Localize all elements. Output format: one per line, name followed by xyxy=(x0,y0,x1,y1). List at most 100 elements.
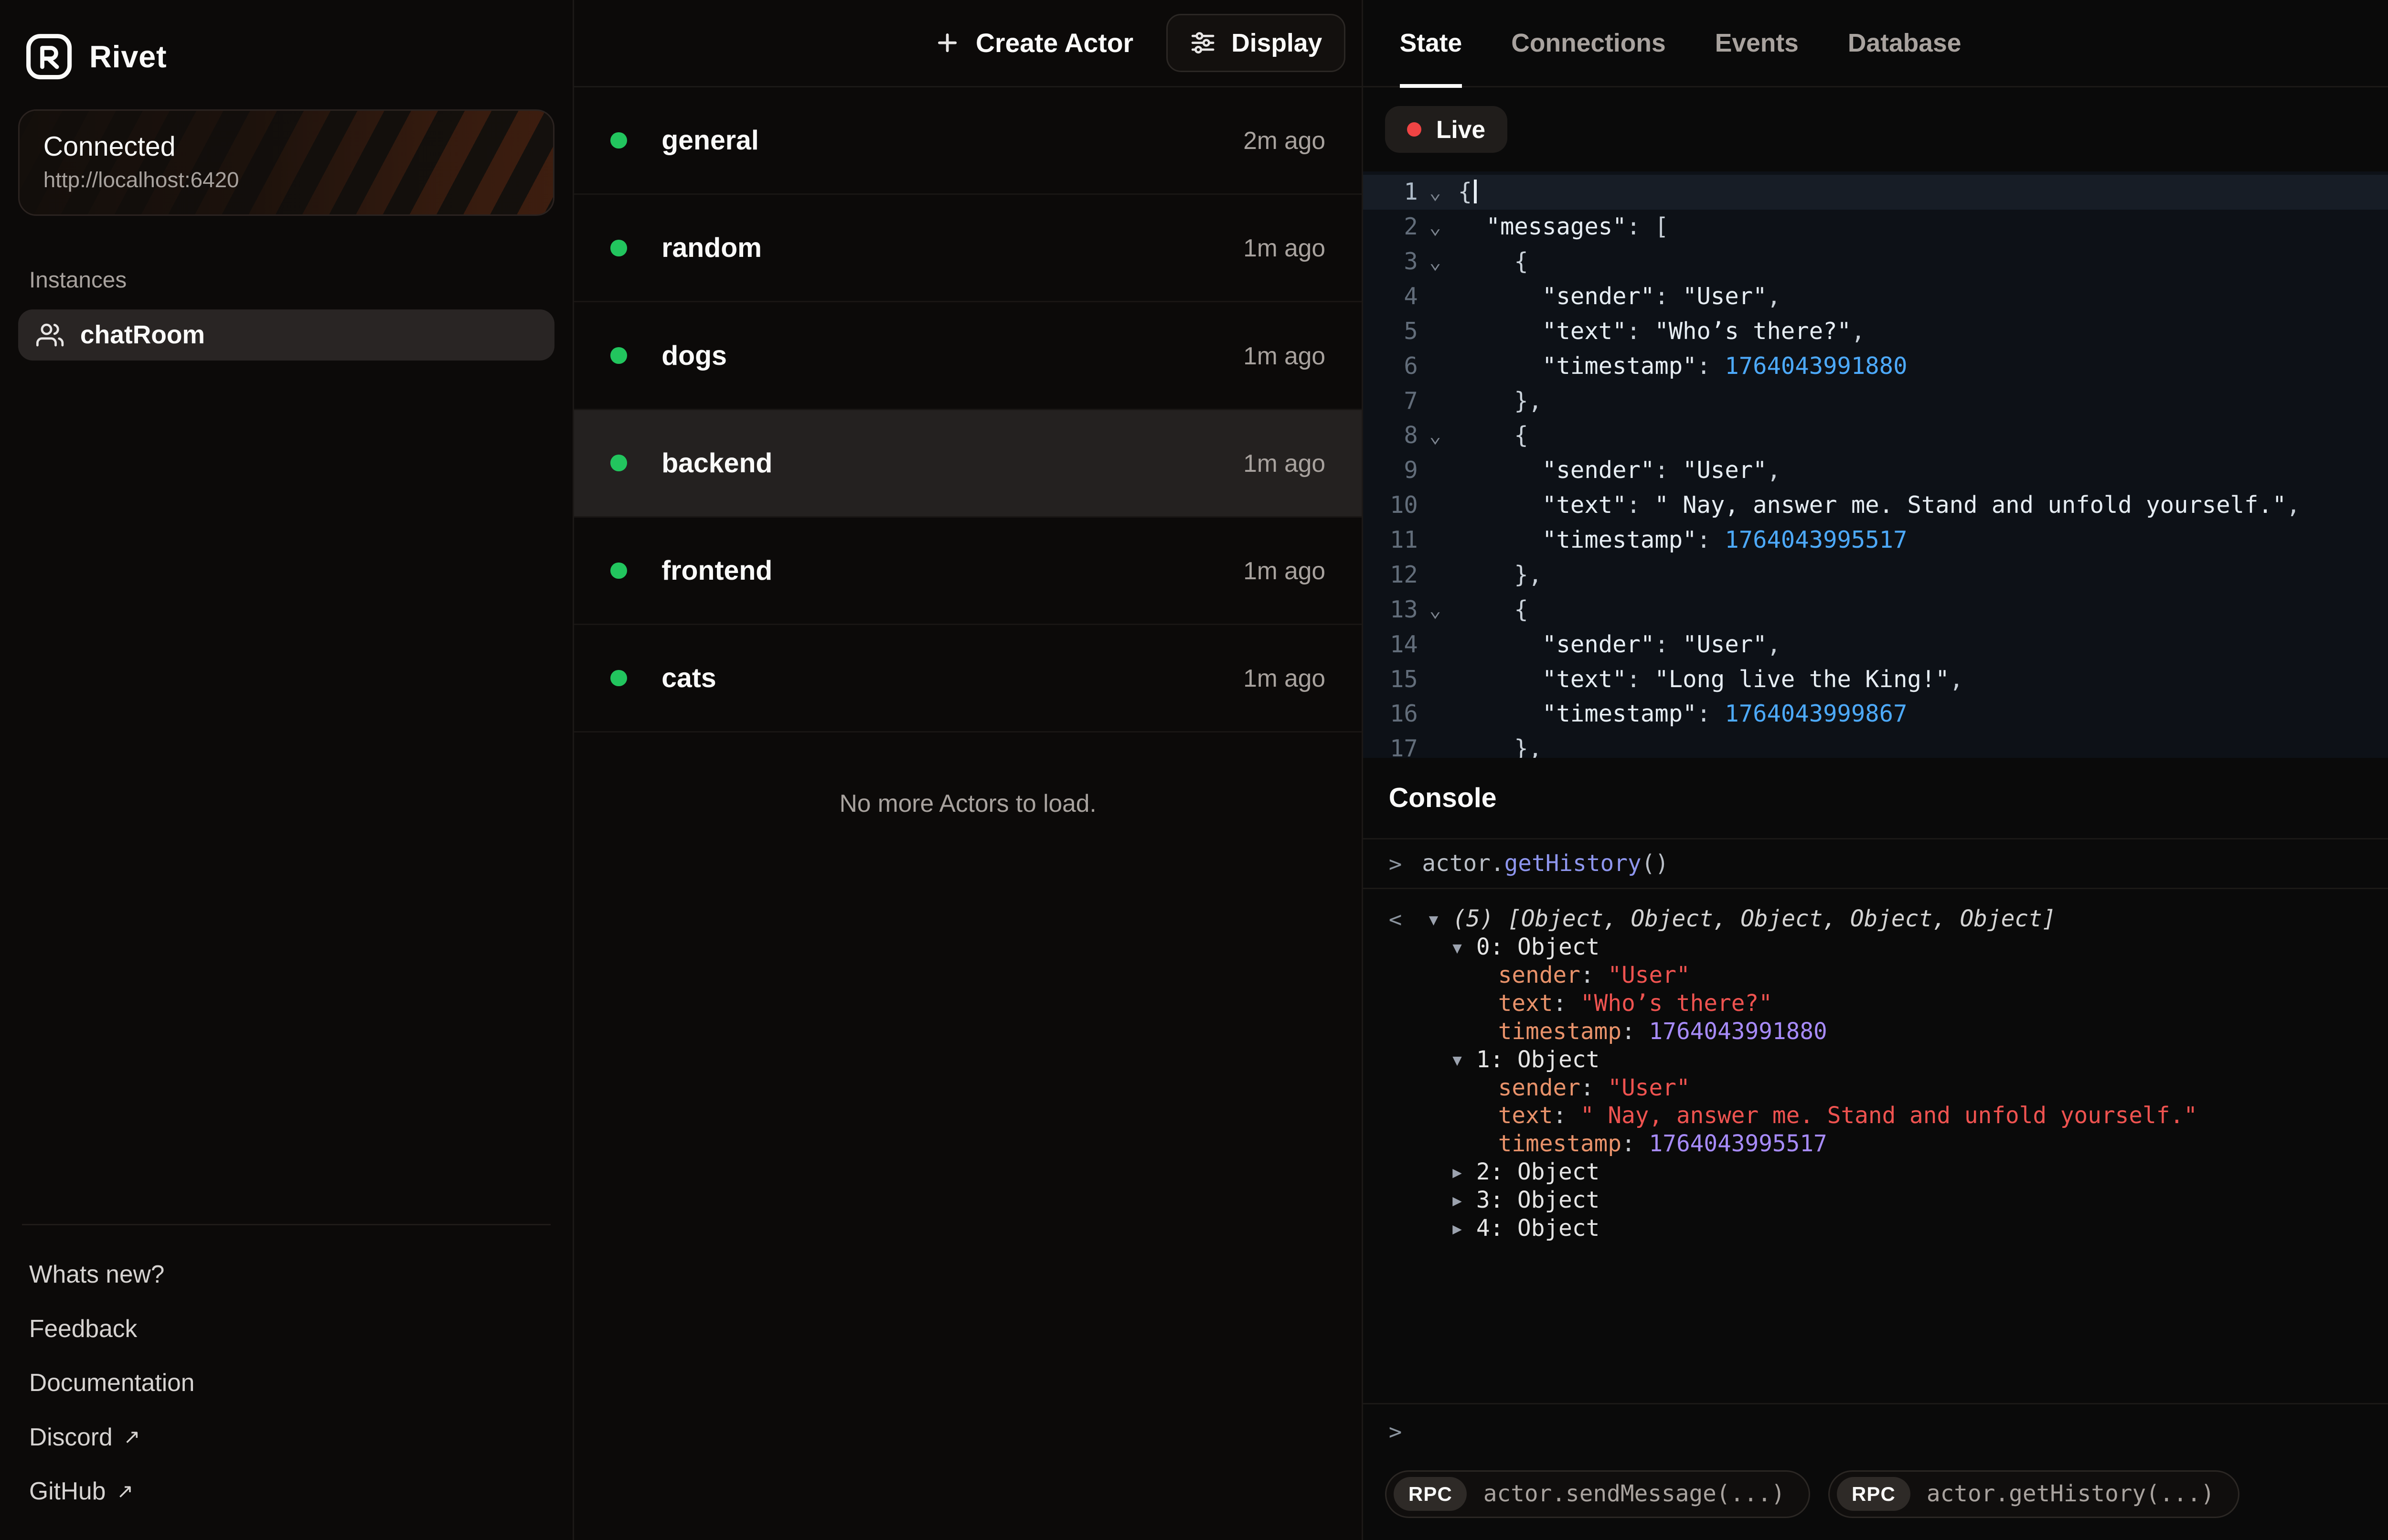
sidebar-link-discord[interactable]: Discord↗ xyxy=(18,1410,554,1464)
console-prop-text: text: " Nay, answer me. Stand and unfold… xyxy=(1429,1102,2197,1130)
plus-icon xyxy=(934,29,961,56)
actor-list: general2m agorandom1m agodogs1m agobacke… xyxy=(574,87,1362,733)
sliders-icon xyxy=(1189,29,1216,56)
code-line-13: 13⌄ { xyxy=(1363,593,2388,627)
code-line-7: 7 }, xyxy=(1363,384,2388,419)
console-output: < ▼(5) [Object, Object, Object, Object, … xyxy=(1363,889,2388,1403)
code-line-15: 15 "text": "Long live the King!", xyxy=(1363,662,2388,697)
actors-empty-message: No more Actors to load. xyxy=(574,733,1362,874)
display-button[interactable]: Display xyxy=(1166,14,1345,72)
sidebar-link-whats-new[interactable]: Whats new? xyxy=(18,1247,554,1301)
code-text: "text": "Who’s there?", xyxy=(1452,314,1865,349)
sidebar-link-github[interactable]: GitHub↗ xyxy=(18,1464,554,1518)
prop-colon: : xyxy=(1580,1075,1608,1101)
fold-spacer xyxy=(1418,627,1453,662)
fold-spacer xyxy=(1418,384,1453,419)
sidebar-item-chatroom[interactable]: chatRoom xyxy=(18,309,554,361)
actor-timestamp: 1m ago xyxy=(1243,341,1325,370)
status-dot xyxy=(610,455,627,471)
fold-spacer xyxy=(1418,488,1453,523)
display-label: Display xyxy=(1231,29,1322,58)
line-number: 2 xyxy=(1363,210,1418,244)
actor-timestamp: 1m ago xyxy=(1243,234,1325,262)
line-number: 3 xyxy=(1363,244,1418,279)
actor-row-frontend[interactable]: frontend1m ago xyxy=(574,518,1362,625)
prop-key: timestamp xyxy=(1498,1019,1621,1045)
tab-events[interactable]: Events xyxy=(1715,0,1799,86)
actor-row-cats[interactable]: cats1m ago xyxy=(574,625,1362,733)
prop-key: timestamp xyxy=(1498,1131,1621,1157)
rpc-chip-send-message[interactable]: RPCactor.sendMessage(...) xyxy=(1385,1470,1810,1518)
caret-right-icon: ▶ xyxy=(1452,1158,1476,1187)
code-line-1: 1⌄{ xyxy=(1363,175,2388,210)
console-title: Console xyxy=(1389,782,1497,814)
line-number: 13 xyxy=(1363,593,1418,627)
live-toggle[interactable]: Live xyxy=(1385,106,1507,153)
fold-toggle-icon[interactable]: ⌄ xyxy=(1418,418,1453,453)
prop-key: text xyxy=(1498,990,1553,1017)
actor-name: dogs xyxy=(661,340,1243,372)
code-line-12: 12 }, xyxy=(1363,558,2388,593)
fold-toggle-icon[interactable]: ⌄ xyxy=(1418,244,1453,279)
fold-toggle-icon[interactable]: ⌄ xyxy=(1418,593,1453,627)
users-icon xyxy=(36,321,64,349)
actor-row-backend[interactable]: backend1m ago xyxy=(574,410,1362,518)
console-input[interactable]: > xyxy=(1363,1403,2388,1459)
sidebar-link-documentation[interactable]: Documentation xyxy=(18,1356,554,1410)
status-dot xyxy=(610,347,627,363)
actor-timestamp: 1m ago xyxy=(1243,556,1325,585)
console-entry-2[interactable]: ▶2: Object xyxy=(1429,1158,2197,1187)
console-entry-0[interactable]: ▼0: Object xyxy=(1429,934,2197,962)
code-text: "sender": "User", xyxy=(1452,279,1781,314)
actor-row-dogs[interactable]: dogs1m ago xyxy=(574,302,1362,410)
line-number: 14 xyxy=(1363,627,1418,662)
console-entry-1[interactable]: ▼1: Object xyxy=(1429,1046,2197,1074)
prop-colon: : xyxy=(1553,990,1580,1017)
create-actor-button[interactable]: Create Actor xyxy=(916,17,1151,69)
actor-row-general[interactable]: general2m ago xyxy=(574,87,1362,195)
code-line-3: 3⌄ { xyxy=(1363,244,2388,279)
code-text: "sender": "User", xyxy=(1452,627,1781,662)
actor-row-random[interactable]: random1m ago xyxy=(574,195,1362,302)
prop-value: "User" xyxy=(1608,1075,1690,1101)
code-line-9: 9 "sender": "User", xyxy=(1363,453,2388,488)
tab-connections[interactable]: Connections xyxy=(1511,0,1665,86)
console-entry-4[interactable]: ▶4: Object xyxy=(1429,1215,2197,1243)
prop-colon: : xyxy=(1553,1103,1580,1129)
prop-value: "Who’s there?" xyxy=(1580,990,1772,1017)
console-result-summary[interactable]: ▼(5) [Object, Object, Object, Object, Ob… xyxy=(1429,905,2197,934)
actor-name: backend xyxy=(661,447,1243,479)
fold-toggle-icon[interactable]: ⌄ xyxy=(1418,210,1453,244)
console-prop-sender: sender: "User" xyxy=(1429,1074,2197,1103)
rpc-code-label: actor.getHistory(...) xyxy=(1927,1481,2215,1507)
rpc-shortcuts: RPCactor.sendMessage(...) RPCactor.getHis… xyxy=(1363,1459,2388,1540)
text-cursor xyxy=(1474,180,1477,203)
code-line-17: 17 }, xyxy=(1363,732,2388,758)
fold-toggle-icon[interactable]: ⌄ xyxy=(1418,175,1453,210)
inspector-panel: StateConnectionsEventsDatabase Running L… xyxy=(1363,0,2388,1540)
line-number: 11 xyxy=(1363,523,1418,558)
code-line-16: 16 "timestamp": 1764043999867 xyxy=(1363,697,2388,732)
entry-label: 0: Object xyxy=(1476,934,1599,960)
code-text: "sender": "User", xyxy=(1452,453,1781,488)
sidebar-link-label: Discord xyxy=(29,1423,113,1451)
create-actor-label: Create Actor xyxy=(976,28,1133,58)
actor-timestamp: 2m ago xyxy=(1243,126,1325,155)
line-number: 12 xyxy=(1363,558,1418,593)
state-editor[interactable]: 1⌄{2⌄ "messages": [3⌄ {4 "sender": "User… xyxy=(1363,171,2388,758)
tab-database[interactable]: Database xyxy=(1848,0,1962,86)
line-number: 10 xyxy=(1363,488,1418,523)
line-number: 7 xyxy=(1363,384,1418,419)
tab-state[interactable]: State xyxy=(1400,0,1462,86)
sidebar-link-label: Feedback xyxy=(29,1314,137,1343)
console-entry-3[interactable]: ▶3: Object xyxy=(1429,1187,2197,1215)
rpc-chip-get-history[interactable]: RPCactor.getHistory(...) xyxy=(1828,1470,2239,1518)
prop-colon: : xyxy=(1621,1019,1649,1045)
fold-spacer xyxy=(1418,558,1453,593)
rpc-code-label: actor.sendMessage(...) xyxy=(1483,1481,1785,1507)
line-number: 8 xyxy=(1363,418,1418,453)
code-text: "timestamp": 1764043995517 xyxy=(1452,523,1907,558)
actor-timestamp: 1m ago xyxy=(1243,449,1325,478)
logo[interactable]: Rivet xyxy=(18,18,554,109)
sidebar-link-feedback[interactable]: Feedback xyxy=(18,1301,554,1355)
